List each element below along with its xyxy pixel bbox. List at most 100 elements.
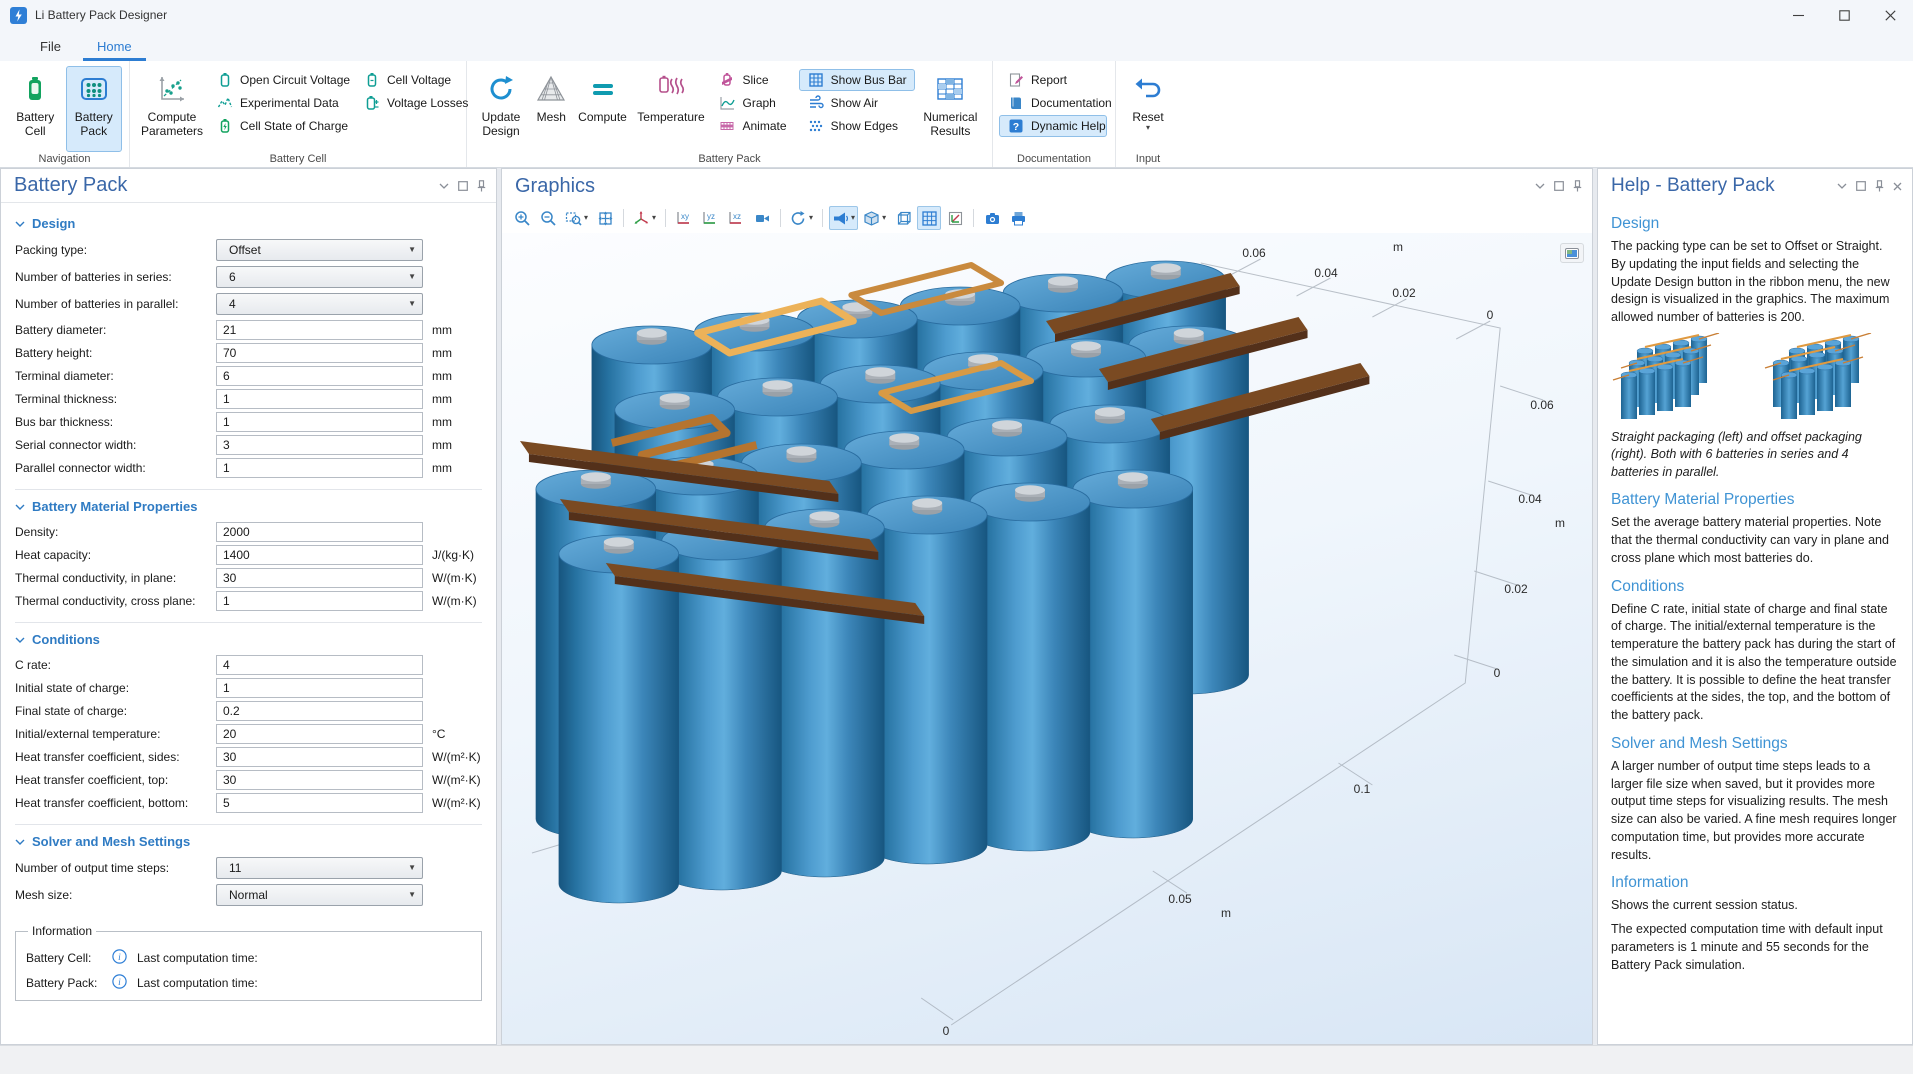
experimental-data-button[interactable]: Experimental Data	[208, 92, 355, 114]
float-panel-icon[interactable]	[1856, 181, 1866, 191]
maximize-button[interactable]	[1821, 0, 1867, 30]
output-time-steps-dropdown[interactable]: 11▼	[216, 857, 423, 879]
rotate-view-button[interactable]: ▾	[787, 206, 816, 230]
field-label: Battery diameter:	[15, 323, 216, 337]
view-options-button[interactable]: ▾	[860, 206, 889, 230]
snapshot-button[interactable]	[980, 206, 1004, 230]
update-design-button[interactable]: Update Design	[474, 66, 528, 152]
zoom-extents-button[interactable]	[593, 206, 617, 230]
density-input[interactable]	[216, 522, 423, 542]
mesh-size-dropdown[interactable]: Normal▼	[216, 884, 423, 906]
field-label: Heat capacity:	[15, 548, 216, 562]
close-button[interactable]	[1867, 0, 1913, 30]
initial-external-temperature-input[interactable]	[216, 724, 423, 744]
print-button[interactable]	[1006, 206, 1030, 230]
heat-transfer-bottom-input[interactable]	[216, 793, 423, 813]
show-edges-toggle[interactable]: Show Edges	[799, 115, 915, 137]
heat-transfer-sides-input[interactable]	[216, 747, 423, 767]
packing-type-dropdown[interactable]: Offset▼	[216, 239, 423, 261]
open-circuit-voltage-button[interactable]: Open Circuit Voltage	[208, 69, 355, 91]
chevron-down-icon[interactable]	[439, 183, 449, 189]
axis-unit-label: m	[1555, 516, 1565, 530]
heat-transfer-top-input[interactable]	[216, 770, 423, 790]
graph-button[interactable]: Graph	[710, 92, 798, 114]
chevron-down-icon[interactable]	[1535, 183, 1545, 189]
initial-state-of-charge-input[interactable]	[216, 678, 423, 698]
section-design[interactable]: Design	[15, 216, 482, 231]
batteries-in-parallel-dropdown[interactable]: 4▼	[216, 293, 423, 315]
parallel-connector-width-input[interactable]	[216, 458, 423, 478]
graphics-context-icon[interactable]	[1560, 243, 1584, 263]
dynamic-help-toggle[interactable]: ? Dynamic Help	[999, 115, 1107, 137]
close-panel-icon[interactable]	[1893, 182, 1902, 191]
cell-voltage-icon	[363, 71, 381, 89]
final-state-of-charge-input[interactable]	[216, 701, 423, 721]
view-yz-button[interactable]: yz	[698, 206, 722, 230]
mesh-button[interactable]: Mesh	[530, 66, 573, 152]
thermal-conductivity-cross-plane-input[interactable]	[216, 591, 423, 611]
bus-bar-thickness-input[interactable]	[216, 412, 423, 432]
battery-height-input[interactable]	[216, 343, 423, 363]
field-label: Heat transfer coefficient, sides:	[15, 750, 216, 764]
field-label: Number of batteries in series:	[15, 270, 216, 284]
cell-voltage-button[interactable]: Cell Voltage	[355, 69, 467, 91]
animate-button[interactable]: Animate	[710, 115, 798, 137]
batteries-in-series-dropdown[interactable]: 6▼	[216, 266, 423, 288]
documentation-button[interactable]: Documentation	[999, 92, 1107, 114]
menu-file[interactable]: File	[26, 34, 75, 61]
camera-projection-button[interactable]	[750, 206, 774, 230]
graphics-viewport[interactable]: 0.06 0.04 0.02 0 m 0.06 0.04 m 0.02 0 0.…	[502, 233, 1592, 1044]
form-row: C rate:	[15, 655, 482, 675]
axes-button[interactable]	[943, 206, 967, 230]
zoom-out-button[interactable]	[536, 206, 560, 230]
thermal-conductivity-in-plane-input[interactable]	[216, 568, 423, 588]
compute-button[interactable]: Compute	[575, 66, 631, 152]
title-bar: Li Battery Pack Designer	[0, 0, 1913, 30]
pin-icon[interactable]	[1573, 180, 1582, 192]
scene-light-button[interactable]: ▾	[829, 206, 858, 230]
float-panel-icon[interactable]	[1554, 181, 1564, 191]
show-air-toggle[interactable]: Show Air	[799, 92, 915, 114]
minimize-button[interactable]	[1775, 0, 1821, 30]
field-label: Thermal conductivity, in plane:	[15, 571, 216, 585]
pin-icon[interactable]	[477, 180, 486, 192]
ribbon-group-documentation: Report Documentation ? Dynamic Help Docu…	[993, 61, 1116, 167]
c-rate-input[interactable]	[216, 655, 423, 675]
zoom-in-button[interactable]	[510, 206, 534, 230]
battery-pack-button[interactable]: Battery Pack	[66, 66, 123, 152]
section-battery-material-properties[interactable]: Battery Material Properties	[15, 499, 482, 514]
wireframe-button[interactable]	[891, 206, 915, 230]
show-bus-bar-icon	[807, 71, 825, 89]
default-view-button[interactable]: ▾	[630, 206, 659, 230]
zoom-box-button[interactable]: ▾	[562, 206, 591, 230]
float-panel-icon[interactable]	[458, 181, 468, 191]
heat-capacity-input[interactable]	[216, 545, 423, 565]
numerical-results-button[interactable]: Numerical Results	[916, 66, 985, 152]
battery-diameter-input[interactable]	[216, 320, 423, 340]
show-bus-bar-toggle[interactable]: Show Bus Bar	[799, 69, 915, 91]
menu-home[interactable]: Home	[83, 34, 146, 61]
view-xy-button[interactable]: xy	[672, 206, 696, 230]
axis-tick-label: 0.06	[1242, 246, 1265, 260]
cell-state-of-charge-button[interactable]: Cell State of Charge	[208, 115, 355, 137]
terminal-diameter-input[interactable]	[216, 366, 423, 386]
compute-parameters-button[interactable]: Compute Parameters	[137, 66, 207, 152]
slice-button[interactable]: Slice	[710, 69, 798, 91]
field-label: Terminal thickness:	[15, 392, 216, 406]
temperature-button[interactable]: Temperature	[633, 66, 710, 152]
section-conditions[interactable]: Conditions	[15, 632, 482, 647]
form-row: Initial/external temperature: °C	[15, 724, 482, 744]
grid-button[interactable]	[917, 206, 941, 230]
chevron-down-icon[interactable]	[1837, 183, 1847, 189]
pin-icon[interactable]	[1875, 180, 1884, 192]
form-row: Serial connector width: mm	[15, 435, 482, 455]
terminal-thickness-input[interactable]	[216, 389, 423, 409]
field-unit: W/(m·K)	[432, 594, 477, 608]
voltage-losses-button[interactable]: Voltage Losses	[355, 92, 467, 114]
battery-cell-button[interactable]: Battery Cell	[7, 66, 64, 152]
section-solver-and-mesh[interactable]: Solver and Mesh Settings	[15, 834, 482, 849]
reset-button[interactable]: Reset ▾	[1123, 66, 1173, 152]
report-button[interactable]: Report	[999, 69, 1107, 91]
serial-connector-width-input[interactable]	[216, 435, 423, 455]
view-xz-button[interactable]: xz	[724, 206, 748, 230]
